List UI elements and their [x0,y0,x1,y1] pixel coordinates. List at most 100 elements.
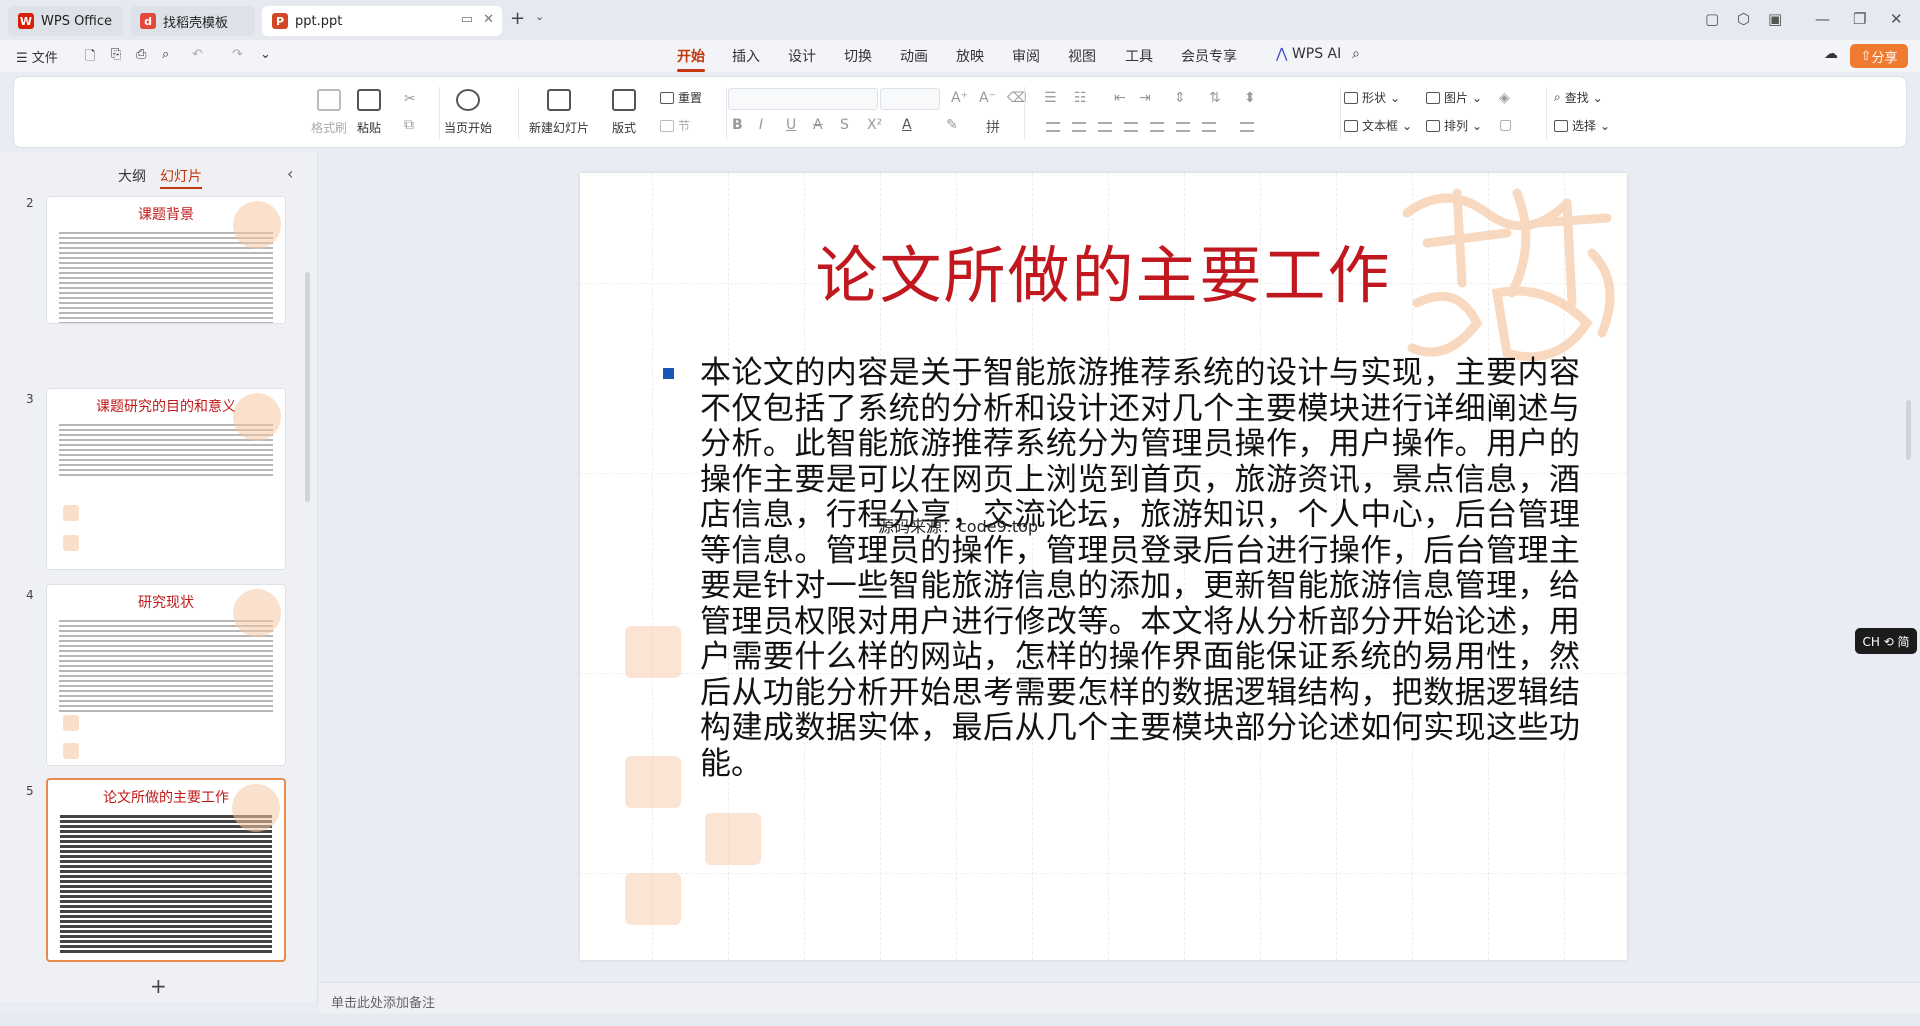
add-slide-icon[interactable]: + [150,974,167,998]
new-slide-button[interactable]: 新建幻灯片 [529,89,589,136]
tab-slides[interactable]: 幻灯片 [160,166,202,189]
font-color-icon[interactable]: A [902,117,912,133]
strikethrough-icon[interactable]: A [813,117,823,133]
increase-font-icon[interactable]: A⁺ [951,90,968,106]
tab-outline[interactable]: 大纲 [118,166,146,186]
textbox-button[interactable]: 文本框 ⌄ [1344,117,1412,134]
increase-indent-icon[interactable]: ⇥ [1139,90,1151,106]
panel-scrollbar[interactable] [305,272,310,502]
select-icon [1554,119,1568,132]
avatar-icon[interactable]: ▣ [1768,10,1782,28]
line-spacing-icon[interactable] [1202,122,1216,132]
font-size-select[interactable] [880,88,940,110]
justify-icon[interactable] [1124,122,1138,132]
slide-thumbnail-3[interactable]: 课题研究的目的和意义 [46,388,286,570]
fill-icon[interactable]: ◈ [1499,90,1510,106]
restore-icon[interactable]: ❐ [1853,10,1866,28]
thumbnail-text [59,620,273,712]
cube-icon[interactable]: ⬡ [1737,10,1750,28]
tab-tools[interactable]: 工具 [1125,46,1153,66]
bullet-list-icon[interactable]: ☰ [1044,90,1057,106]
italic-icon[interactable]: I [759,117,763,133]
decrease-indent-icon[interactable]: ⇤ [1114,90,1126,106]
slide-canvas[interactable]: 论文所做的主要工作 本论文的内容是关于智能旅游推荐系统的设计与实现，主要内容不仅… [580,173,1627,960]
slide-thumbnail-5[interactable]: 论文所做的主要工作 [46,778,286,962]
export-pdf-icon[interactable]: ⎘ [111,47,121,62]
collapse-panel-icon[interactable]: ‹ [287,164,293,183]
font-family-select[interactable] [728,88,878,110]
auspicious-deco-icon [233,589,281,637]
shape-button[interactable]: 形状 ⌄ [1344,89,1400,106]
close-tab-icon[interactable]: ✕ [483,12,494,27]
align-center-icon[interactable] [1072,122,1086,132]
format-painter-button[interactable]: 格式刷 [311,89,347,136]
underline-icon[interactable]: U [786,117,796,133]
align-right-icon[interactable] [1098,122,1112,132]
chevron-down-icon[interactable]: ⌄ [260,47,271,62]
slide-title[interactable]: 论文所做的主要工作 [580,225,1627,315]
print-icon[interactable]: ⎙ [136,47,146,62]
paste-button[interactable]: 粘贴 [357,89,381,136]
notes-placeholder[interactable]: 单击此处添加备注 [331,992,435,1011]
slide-thumbnail-4[interactable]: 研究现状 [46,584,286,766]
text-direction-icon[interactable]: ⇕ [1174,90,1186,106]
slide-body-text[interactable]: 本论文的内容是关于智能旅游推荐系统的设计与实现，主要内容不仅包括了系统的分析和设… [700,355,1580,782]
print-preview-icon[interactable]: ⌕ [162,47,169,62]
play-from-current-button[interactable]: 当页开始 [444,89,492,136]
reset-button[interactable]: 重置 [660,89,702,106]
superscript-icon[interactable]: X² [867,117,882,133]
tab-ppt-file[interactable]: P ppt.ppt ▭ ✕ [262,6,502,36]
new-tab-icon[interactable]: + [510,8,525,29]
wps-logo-icon: W [18,13,34,29]
shadow-icon[interactable]: S [840,117,849,133]
find-button[interactable]: ⌕ 查找 ⌄ [1554,89,1603,106]
layout-icon[interactable]: ▢ [1705,10,1719,28]
window-mode-icon[interactable]: ▭ [461,12,473,27]
align-left-icon[interactable] [1046,122,1060,132]
tab-insert[interactable]: 插入 [732,46,760,66]
chevron-down-icon[interactable]: ⌄ [535,10,544,23]
tab-animations[interactable]: 动画 [900,46,928,66]
canvas-scrollbar[interactable] [1906,400,1911,460]
search-icon[interactable]: ⌕ [1352,46,1360,62]
decrease-font-icon[interactable]: A⁻ [979,90,996,106]
select-button[interactable]: 选择 ⌄ [1554,117,1610,134]
ime-indicator[interactable]: CH ⟲ 简 [1855,628,1917,654]
minimize-icon[interactable]: — [1815,10,1830,28]
tab-home[interactable]: 开始 [677,46,705,72]
outline-icon[interactable]: ▢ [1499,117,1512,133]
tab-slideshow[interactable]: 放映 [956,46,984,66]
tab-wps-office[interactable]: W WPS Office [8,6,123,36]
share-button[interactable]: ⇧ 分享 [1850,44,1908,68]
cut-icon[interactable]: ✂ [404,91,416,107]
tab-view[interactable]: 视图 [1068,46,1096,66]
tab-transitions[interactable]: 切换 [844,46,872,66]
redo-icon[interactable]: ↷ [232,47,243,62]
arrange-button[interactable]: 排列 ⌄ [1426,117,1482,134]
highlight-icon[interactable]: ✎ [946,117,958,133]
section-button[interactable]: 节 [660,117,690,134]
cloud-sync-icon[interactable]: ☁ [1824,46,1838,62]
tab-member[interactable]: 会员专享 [1181,46,1237,66]
close-window-icon[interactable]: ✕ [1890,10,1903,28]
tab-docer-templates[interactable]: d 找稻壳模板 [130,6,255,36]
phonetic-icon[interactable]: 拼 [986,117,1000,137]
numbered-list-icon[interactable]: ☷ [1074,90,1087,106]
paragraph-spacing-icon[interactable] [1240,122,1254,132]
bold-icon[interactable]: B [732,117,743,133]
slide-thumbnail-2[interactable]: 课题背景 [46,196,286,324]
column-icon[interactable] [1176,122,1190,132]
sort-icon[interactable]: ⇅ [1209,90,1221,106]
undo-icon[interactable]: ↶ [192,47,203,62]
file-menu[interactable]: ☰ 文件 [16,47,58,66]
vertical-align-icon[interactable]: ⬍ [1244,90,1256,106]
notes-pane[interactable]: 单击此处添加备注 [319,982,1920,1014]
tab-review[interactable]: 审阅 [1012,46,1040,66]
distribute-icon[interactable] [1150,122,1164,132]
picture-button[interactable]: 图片 ⌄ [1426,89,1482,106]
layout-button[interactable]: 版式 [612,89,636,136]
tab-design[interactable]: 设计 [788,46,816,66]
wps-ai-button[interactable]: ⋀ WPS AI [1276,46,1341,62]
save-icon[interactable]: 🗋 [85,47,95,69]
copy-icon[interactable]: ⧉ [404,117,414,133]
